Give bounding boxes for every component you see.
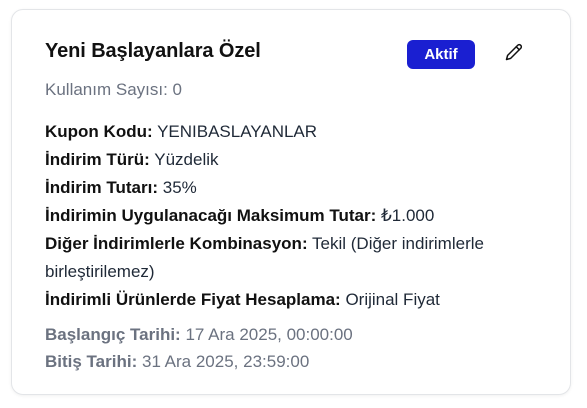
detail-value: YENIBASLAYANLAR bbox=[157, 122, 318, 141]
detail-max-amount: İndirimin Uygulanacağı Maksimum Tutar: ₺… bbox=[45, 202, 545, 230]
coupon-card: Yeni Başlayanlara Özel Aktif Kullanım Sa… bbox=[11, 9, 571, 395]
start-date-row: Başlangıç Tarihi: 17 Ara 2025, 00:00:00 bbox=[45, 321, 353, 348]
detail-value: Orijinal Fiyat bbox=[345, 290, 440, 309]
detail-value: ₺1.000 bbox=[380, 206, 435, 225]
end-date-label: Bitiş Tarihi: bbox=[45, 352, 138, 371]
detail-combination: Diğer İndirimlerle Kombinasyon: Tekil (D… bbox=[45, 230, 545, 286]
coupon-details: Kupon Kodu: YENIBASLAYANLAR İndirim Türü… bbox=[45, 118, 545, 314]
detail-label: İndirimli Ürünlerde Fiyat Hesaplama: bbox=[45, 290, 341, 309]
detail-price-calculation: İndirimli Ürünlerde Fiyat Hesaplama: Ori… bbox=[45, 286, 545, 314]
usage-count: Kullanım Sayısı: 0 bbox=[45, 80, 183, 99]
detail-discount-amount: İndirim Tutarı: 35% bbox=[45, 174, 545, 202]
coupon-dates: Başlangıç Tarihi: 17 Ara 2025, 00:00:00 … bbox=[45, 321, 353, 375]
edit-button[interactable] bbox=[502, 42, 526, 66]
detail-label: Kupon Kodu: bbox=[45, 122, 153, 141]
detail-label: İndirimin Uygulanacağı Maksimum Tutar: bbox=[45, 206, 377, 225]
end-date-row: Bitiş Tarihi: 31 Ara 2025, 23:59:00 bbox=[45, 348, 353, 375]
detail-label: İndirim Tutarı: bbox=[45, 178, 159, 197]
detail-coupon-code: Kupon Kodu: YENIBASLAYANLAR bbox=[45, 118, 545, 146]
detail-discount-type: İndirim Türü: Yüzdelik bbox=[45, 146, 545, 174]
start-date-value: 17 Ara 2025, 00:00:00 bbox=[185, 325, 353, 344]
coupon-title: Yeni Başlayanlara Özel bbox=[45, 40, 261, 62]
detail-label: Diğer İndirimlerle Kombinasyon: bbox=[45, 234, 308, 253]
status-badge: Aktif bbox=[407, 40, 475, 69]
end-date-value: 31 Ara 2025, 23:59:00 bbox=[141, 352, 310, 371]
detail-value: Yüzdelik bbox=[154, 150, 219, 169]
pencil-icon bbox=[505, 43, 523, 66]
detail-value: 35% bbox=[162, 178, 197, 197]
detail-label: İndirim Türü: bbox=[45, 150, 150, 169]
start-date-label: Başlangıç Tarihi: bbox=[45, 325, 181, 344]
